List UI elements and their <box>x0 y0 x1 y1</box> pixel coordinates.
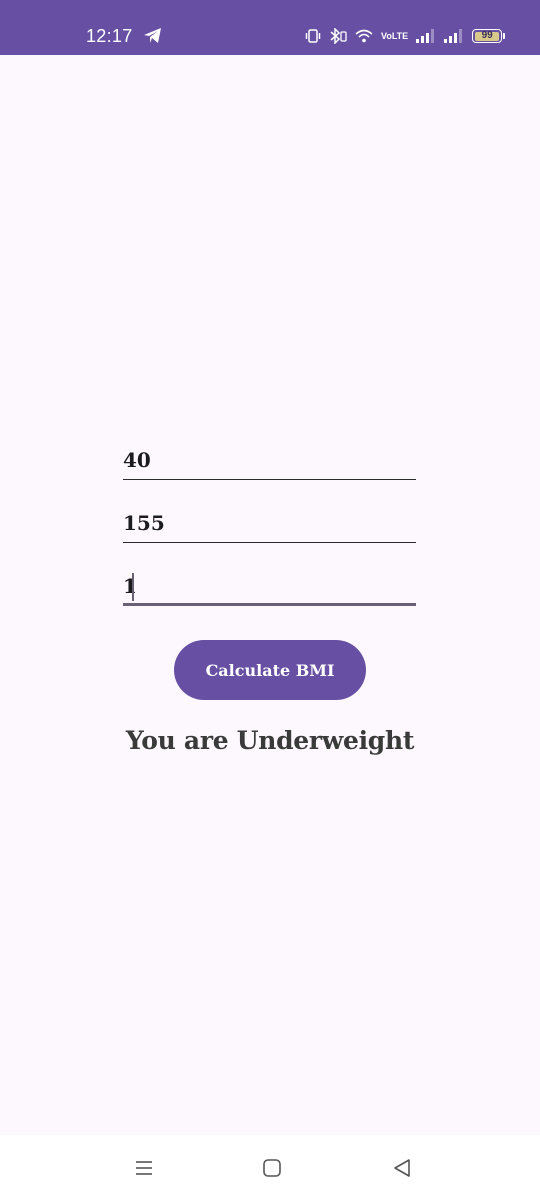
recents-icon <box>136 1161 152 1175</box>
age-input[interactable] <box>123 571 416 601</box>
home-button[interactable] <box>252 1153 292 1183</box>
weight-input[interactable] <box>123 445 416 475</box>
battery-cap <box>503 33 506 39</box>
signal-icon <box>444 29 464 43</box>
signal-icon <box>416 29 436 43</box>
back-button[interactable] <box>382 1153 422 1183</box>
vibrate-icon <box>305 29 321 43</box>
calculate-bmi-button[interactable]: Calculate BMI <box>174 640 366 700</box>
weight-field[interactable] <box>123 445 416 480</box>
height-field[interactable] <box>123 508 416 543</box>
wifi-icon <box>355 29 373 43</box>
status-time: 12:17 <box>86 26 133 46</box>
navigation-bar <box>0 1135 540 1200</box>
age-field[interactable] <box>123 571 416 606</box>
status-icons: VoLTE 99 <box>305 26 510 46</box>
text-cursor <box>132 573 134 601</box>
status-bar: 12:17 VoLTE 99 <box>0 0 540 55</box>
battery-level: 99 <box>481 30 493 41</box>
telegram-icon <box>144 28 161 43</box>
home-icon <box>263 1159 281 1177</box>
bmi-result-text: You are Underweight <box>125 726 415 755</box>
volte-icon: VoLTE <box>381 31 409 41</box>
battery-icon: 99 <box>472 29 506 43</box>
height-input[interactable] <box>123 508 416 538</box>
recents-button[interactable] <box>124 1153 164 1183</box>
bluetooth-icon <box>330 28 347 44</box>
back-icon <box>394 1159 410 1177</box>
